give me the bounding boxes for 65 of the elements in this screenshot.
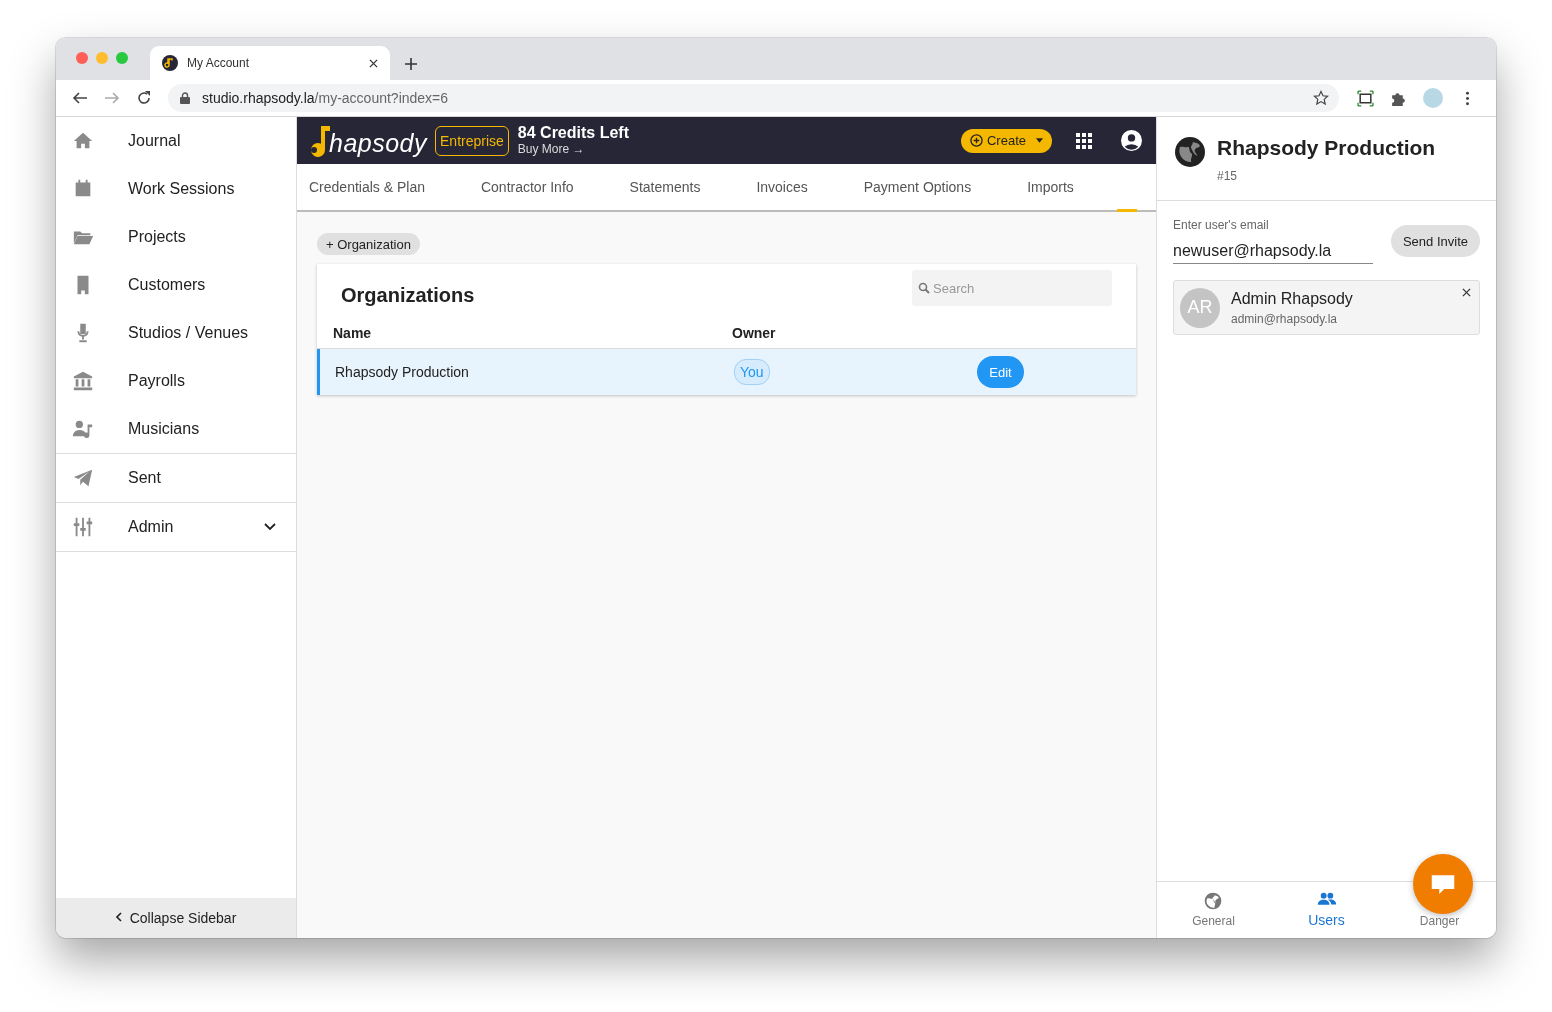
chevron-left-icon — [115, 911, 122, 922]
globe-icon — [1203, 891, 1224, 911]
user-name: Admin Rhapsody — [1231, 289, 1354, 308]
sidebar-item[interactable]: Payrolls — [56, 357, 296, 405]
tab[interactable]: Invoices — [756, 164, 808, 212]
sidebar-item-icon — [72, 516, 94, 538]
user-avatar: AR — [1180, 287, 1220, 328]
sidebar-item[interactable]: Journal — [56, 117, 296, 165]
plan-badge: Entreprise — [435, 125, 509, 156]
caret-icon — [1036, 138, 1043, 143]
bottom-nav-item[interactable]: Users — [1308, 889, 1345, 928]
table-cell-text: Rhapsody Production — [335, 364, 470, 380]
account-icon[interactable] — [1121, 130, 1142, 151]
sidebar-item[interactable]: Musicians — [56, 405, 296, 453]
sidebar-item[interactable]: Projects — [56, 213, 296, 261]
sidebar-item-icon — [72, 370, 94, 392]
rhapsody-logo[interactable]: hapsody — [307, 123, 428, 158]
bottom-nav-item[interactable]: General — [1192, 891, 1235, 928]
address-bar[interactable]: studio.rhapsody.la/my-account?index=6 — [168, 84, 1339, 112]
screen-capture-icon[interactable] — [1357, 89, 1374, 107]
tab-title: My Account — [187, 56, 251, 70]
browser-tab[interactable]: My Account — [150, 46, 390, 80]
bottom-nav-item[interactable]: Danger — [1419, 914, 1460, 928]
table-row[interactable]: Rhapsody Production You Edit — [317, 349, 1136, 395]
url-text: studio.rhapsody.la/my-account?index=6 — [202, 90, 450, 106]
sidebar-item[interactable]: Admin — [56, 503, 296, 551]
reload-icon[interactable] — [136, 90, 152, 106]
close-icon[interactable] — [369, 58, 378, 68]
sidebar-item[interactable]: Studios / Venues — [56, 309, 296, 357]
sidebar-item[interactable]: Customers — [56, 261, 296, 309]
panel-subtitle: #15 — [1217, 169, 1239, 183]
plus-circle-icon — [969, 134, 983, 147]
lock-icon — [180, 92, 190, 104]
email-field[interactable]: newuser@rhapsody.la — [1173, 242, 1373, 264]
credits-text: 84 Credits Left — [517, 124, 629, 143]
owner-badge: You — [734, 359, 770, 385]
chat-button[interactable] — [1413, 854, 1473, 914]
sidebar-item-icon — [72, 418, 94, 440]
logo-icon — [162, 55, 178, 71]
buy-more-link[interactable]: Buy More → — [517, 142, 629, 157]
field-label: Enter user's email — [1173, 218, 1270, 232]
create-button[interactable]: Create — [960, 128, 1052, 153]
collapse-sidebar-button[interactable]: Collapse Sidebar — [56, 898, 296, 938]
add-organization-button[interactable]: + Organization — [317, 233, 420, 255]
send-invite-button[interactable]: Send Invite — [1390, 225, 1480, 257]
panel-title: Rhapsody Production — [1217, 136, 1436, 160]
tab[interactable]: Credentials & Plan — [309, 164, 425, 212]
apps-grid-icon[interactable] — [1076, 132, 1092, 149]
column-header: Owner — [732, 324, 777, 341]
sidebar-item-icon — [72, 467, 94, 489]
globe-icon — [1175, 137, 1205, 167]
tab[interactable]: Imports — [1027, 164, 1074, 212]
new-tab-icon[interactable] — [405, 58, 417, 70]
tab[interactable]: Contractor Info — [480, 164, 574, 212]
tab[interactable]: Statements — [629, 164, 701, 212]
bookmark-star-icon[interactable] — [1313, 90, 1329, 106]
column-header: Name — [333, 324, 373, 341]
sidebar-item[interactable]: Work Sessions — [56, 165, 296, 213]
close-icon[interactable] — [1462, 288, 1471, 297]
card-title: Organizations — [341, 284, 475, 307]
sidebar-item[interactable]: Sent — [56, 454, 296, 502]
tab[interactable]: Payment Options — [863, 164, 972, 212]
user-email: admin@rhapsody.la — [1231, 311, 1338, 326]
back-icon[interactable] — [72, 90, 88, 106]
search-field[interactable]: Search — [912, 270, 1112, 306]
